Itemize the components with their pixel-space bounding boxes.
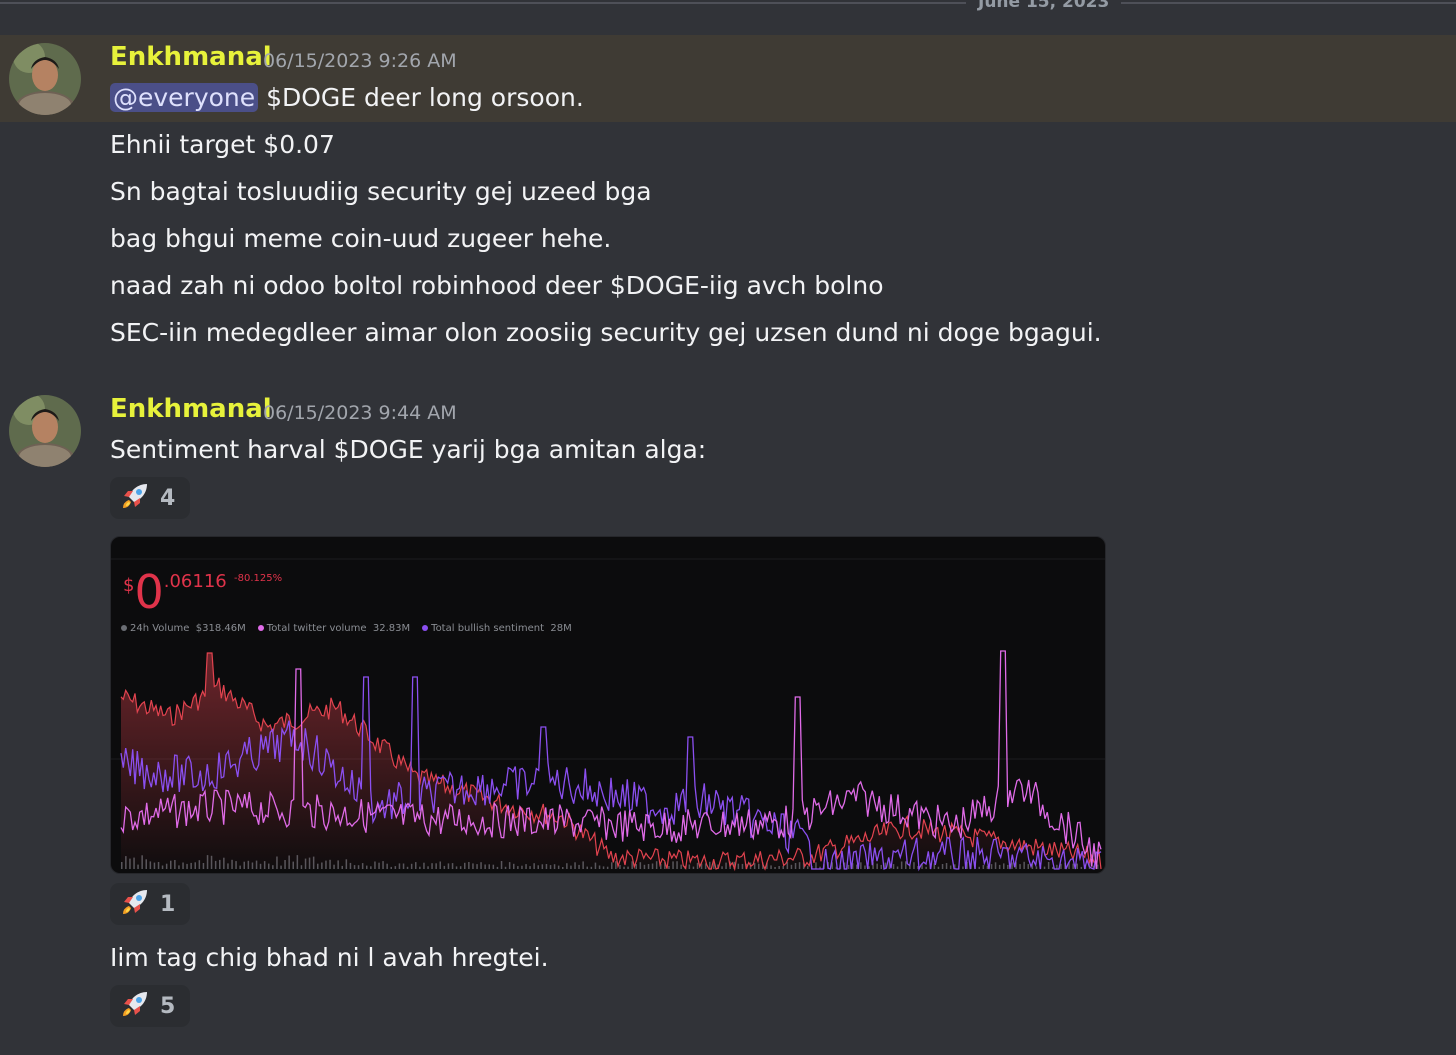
reaction-count: 1 [160, 891, 176, 917]
message-line: @everyone $DOGE deer long orsoon. [110, 83, 584, 112]
reaction-button[interactable]: 1 [110, 883, 190, 925]
reaction-count: 5 [160, 993, 176, 1019]
message-line: SEC-iin medegdleer aimar olon zoosiig se… [110, 318, 1102, 347]
legend-label: Total bullish sentiment [431, 623, 544, 634]
username[interactable]: Enkhmanal [110, 394, 272, 424]
message-line: Ehnii target $0.07 [110, 130, 335, 159]
sentiment-chart [111, 558, 1105, 872]
price-integer: 0 [134, 565, 164, 619]
legend-item-bullish: Total bullish sentiment 28M [422, 623, 572, 634]
message-line: Iim tag chig bhad ni l avah hregtei. [110, 943, 549, 972]
reaction-count: 4 [160, 485, 176, 511]
avatar[interactable] [9, 395, 81, 467]
message-line: Sn bagtai tosluudiig security gej uzeed … [110, 177, 652, 206]
username[interactable]: Enkhmanal [110, 42, 272, 72]
reaction-button[interactable]: 5 [110, 985, 190, 1027]
legend-label: Total twitter volume [266, 623, 367, 634]
price-readout: $0.06116 [123, 565, 227, 619]
avatar[interactable] [9, 43, 81, 115]
legend-dot [121, 625, 127, 631]
divider-line [0, 2, 1456, 4]
rocket-icon [120, 481, 150, 515]
legend-item-twitter: Total twitter volume 32.83M [257, 623, 411, 634]
price-decimal: .06116 [163, 571, 227, 592]
legend-dot [422, 625, 429, 631]
reaction-button[interactable]: 4 [110, 477, 190, 519]
message-text: $DOGE deer long orsoon. [258, 83, 584, 112]
legend-item-volume: 24h Volume $318.46M [121, 623, 246, 634]
legend-value: 28M [550, 623, 572, 634]
volume-bar [709, 861, 711, 869]
divider-date: June 15, 2023 [966, 0, 1122, 12]
chart-image-attachment[interactable]: $0.06116 -80.125% 24h Volume $318.46M To… [110, 536, 1106, 874]
everyone-mention[interactable]: @everyone [110, 83, 259, 112]
chart-legend: 24h Volume $318.46M Total twitter volume… [121, 623, 572, 634]
price-symbol: $ [123, 575, 135, 596]
legend-dot [257, 625, 264, 631]
rocket-icon [120, 887, 150, 921]
price-change: -80.125% [234, 573, 283, 584]
timestamp[interactable]: 06/15/2023 9:26 AM [263, 50, 457, 72]
message-line: Sentiment harval $DOGE yarij bga amitan … [110, 435, 707, 464]
timestamp[interactable]: 06/15/2023 9:44 AM [263, 402, 457, 424]
message-line: naad zah ni odoo boltol robinhood deer $… [110, 271, 884, 300]
legend-value: $318.46M [195, 623, 246, 634]
legend-label: 24h Volume [130, 623, 190, 634]
legend-value: 32.83M [372, 623, 411, 634]
rocket-icon [120, 989, 150, 1023]
date-divider: June 15, 2023 [0, 0, 1456, 20]
message-line: bag bhgui meme coin-uud zugeer hehe. [110, 224, 612, 253]
price-area [121, 653, 1101, 869]
